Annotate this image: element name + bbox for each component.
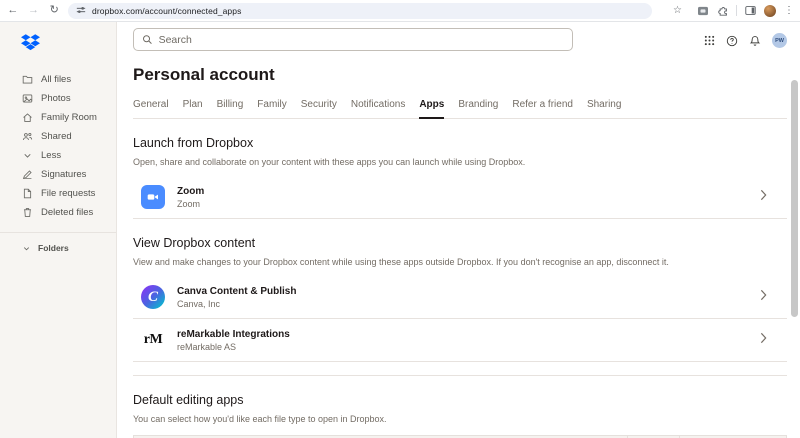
section-title-launch: Launch from Dropbox	[133, 136, 254, 150]
address-bar[interactable]: dropbox.com/account/connected_apps	[68, 2, 653, 20]
chevron-right-icon	[760, 188, 767, 206]
main-content: PW Personal account General Plan Billing…	[117, 22, 800, 438]
app-name: reMarkable Integrations	[177, 328, 290, 340]
remarkable-app-icon: rM	[141, 328, 165, 352]
site-settings-icon[interactable]	[76, 2, 86, 20]
bookmark-star-icon[interactable]: ☆	[673, 5, 682, 16]
back-icon[interactable]: ←	[6, 5, 20, 16]
section-desc-editing: You can select how you'd like each file …	[133, 414, 387, 424]
tab-security[interactable]: Security	[301, 99, 337, 118]
file-icon	[23, 188, 32, 199]
sidebar-item-label: Less	[41, 150, 62, 161]
trash-icon	[23, 208, 32, 217]
sidebar-item-label: Signatures	[41, 169, 87, 180]
browser-toolbar: ← → ↻ dropbox.com/account/connected_apps…	[0, 0, 800, 22]
people-icon	[22, 133, 33, 141]
search-input[interactable]	[158, 33, 564, 46]
sidebar-item-label: File requests	[41, 188, 96, 199]
tab-apps[interactable]: Apps	[419, 99, 445, 119]
dropbox-logo-icon[interactable]	[21, 34, 116, 56]
photo-icon	[22, 94, 33, 103]
app-name: Canva Content & Publish	[177, 285, 297, 297]
sidebar-item-signatures[interactable]: Signatures	[0, 165, 116, 184]
sidebar-item-photos[interactable]: Photos	[0, 89, 116, 108]
zoom-app-icon	[141, 185, 165, 209]
sidebar: All files Photos Family Room Shared Less…	[0, 22, 117, 438]
chevron-down-icon	[24, 153, 31, 158]
apps-grid-icon[interactable]	[704, 35, 715, 46]
sidebar-item-all-files[interactable]: All files	[0, 70, 116, 89]
account-avatar[interactable]: PW	[772, 33, 787, 48]
page-title: Personal account	[133, 65, 275, 84]
tab-family[interactable]: Family	[257, 99, 286, 118]
page-scrollbar-thumb[interactable]	[791, 80, 798, 317]
tab-branding[interactable]: Branding	[458, 99, 498, 118]
section-title-view: View Dropbox content	[133, 236, 256, 250]
toolbar-divider	[736, 5, 738, 16]
sidebar-item-label: Family Room	[41, 112, 97, 123]
search-bar[interactable]	[133, 28, 573, 51]
app-row-remarkable[interactable]: rM reMarkable Integrations reMarkable AS	[133, 319, 787, 362]
app-publisher: Canva, Inc	[177, 298, 221, 309]
folders-label: Folders	[38, 243, 69, 253]
canva-app-icon: C	[141, 285, 165, 309]
url-text: dropbox.com/account/connected_apps	[92, 5, 242, 16]
browser-menu-icon[interactable]: ⋮	[784, 5, 794, 16]
tab-plan[interactable]: Plan	[183, 99, 203, 118]
tab-general[interactable]: General	[133, 99, 169, 118]
sidebar-item-label: All files	[41, 74, 72, 85]
section-divider	[133, 375, 787, 376]
header-icon-group: PW	[704, 33, 787, 48]
app-row-canva[interactable]: C Canva Content & Publish Canva, Inc	[133, 276, 787, 319]
sidebar-item-family-room[interactable]: Family Room	[0, 108, 116, 127]
tab-billing[interactable]: Billing	[217, 99, 244, 118]
section-desc-launch: Open, share and collaborate on your cont…	[133, 157, 526, 167]
sidebar-item-label: Shared	[41, 131, 72, 142]
app-publisher: reMarkable AS	[177, 341, 237, 352]
folder-icon	[22, 75, 33, 84]
sidebar-item-label: Photos	[41, 93, 71, 104]
home-icon	[23, 113, 32, 122]
signature-icon	[22, 170, 32, 180]
sidebar-divider	[0, 232, 116, 233]
chevron-right-icon	[760, 288, 767, 306]
section-title-editing: Default editing apps	[133, 393, 244, 407]
video-camera-icon	[147, 194, 158, 200]
section-desc-view: View and make changes to your Dropbox co…	[133, 257, 669, 267]
app-row-zoom[interactable]: Zoom Zoom	[133, 176, 787, 219]
sidebar-folders-toggle[interactable]: Folders	[0, 239, 116, 257]
tab-refer-a-friend[interactable]: Refer a friend	[512, 99, 573, 118]
tab-bar: General Plan Billing Family Security Not…	[133, 99, 787, 119]
sidebar-item-file-requests[interactable]: File requests	[0, 184, 116, 203]
sidebar-item-label: Deleted files	[41, 207, 94, 218]
help-icon[interactable]	[726, 35, 738, 47]
chevron-down-icon	[23, 246, 30, 250]
tab-notifications[interactable]: Notifications	[351, 99, 405, 118]
notifications-bell-icon[interactable]	[749, 35, 761, 47]
chevron-right-icon	[760, 331, 767, 349]
app-publisher: Zoom	[177, 198, 201, 209]
side-panel-icon[interactable]	[745, 5, 756, 16]
screen: ← → ↻ dropbox.com/account/connected_apps…	[0, 0, 800, 438]
tab-sharing[interactable]: Sharing	[587, 99, 621, 118]
app-name: Zoom	[177, 185, 205, 197]
sidebar-item-deleted-files[interactable]: Deleted files	[0, 203, 116, 222]
extensions-puzzle-icon[interactable]	[717, 5, 728, 16]
media-control-icon[interactable]	[697, 6, 709, 16]
sidebar-item-shared[interactable]: Shared	[0, 127, 116, 146]
forward-icon[interactable]: →	[27, 5, 41, 16]
reload-icon[interactable]: ↻	[47, 5, 61, 16]
browser-profile-avatar[interactable]	[764, 4, 777, 17]
search-icon	[143, 35, 152, 44]
sidebar-item-less[interactable]: Less	[0, 146, 116, 165]
